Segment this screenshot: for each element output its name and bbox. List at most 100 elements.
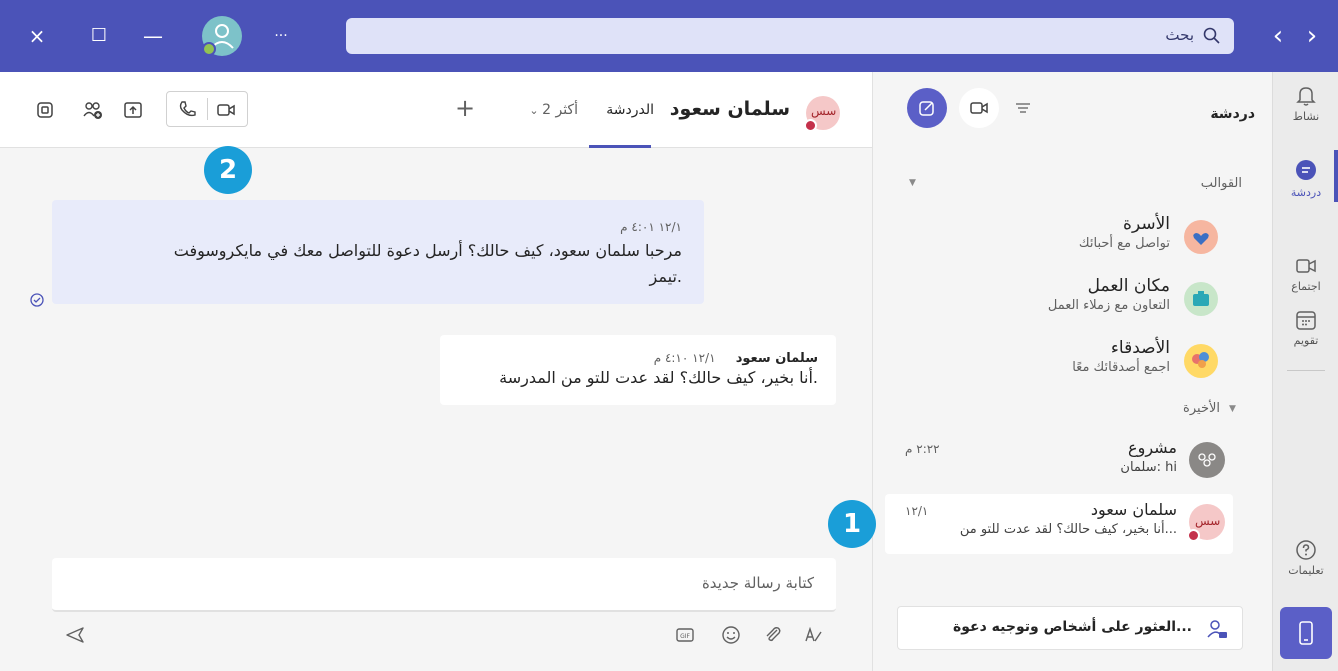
avatar-initials: سس	[1195, 514, 1221, 528]
rail-item-calendar[interactable]: تقويم	[1273, 308, 1338, 347]
rail-item-meet[interactable]: اجتماع	[1273, 254, 1338, 293]
profile-avatar[interactable]	[202, 16, 242, 56]
forward-button[interactable]: ›	[1300, 0, 1324, 72]
chat-time: ٢:٢٢ م	[905, 442, 940, 456]
presence-busy-icon	[1187, 529, 1200, 542]
read-receipt-icon	[30, 293, 44, 307]
chat-name: سلمان سعود	[1090, 500, 1177, 519]
find-people-invite-button[interactable]: العثور على أشخاص وتوجيه دعوة...	[897, 606, 1243, 650]
chat-list-item[interactable]: مشروع سلمان: hi ٢:٢٢ م	[885, 432, 1233, 492]
more-tabs-dropdown[interactable]: ⌄ 2 أكثر	[529, 102, 578, 118]
template-name: الأصدقاء	[1110, 338, 1170, 358]
message-meta: سلمان سعود ١٢/١ ٤:١٠ م	[654, 347, 818, 366]
video-icon	[970, 102, 988, 114]
section-templates-label[interactable]: القوالب	[1201, 176, 1242, 191]
balloons-icon	[1184, 344, 1218, 378]
message-outgoing[interactable]: ١٢/١ ٤:٠١ م مرحبا سلمان سعود، كيف حالك؟ …	[52, 200, 704, 304]
rail-item-chat[interactable]: دردشة	[1273, 158, 1338, 199]
message-sender: سلمان سعود	[735, 351, 818, 366]
invite-label: العثور على أشخاص وتوجيه دعوة...	[953, 619, 1192, 635]
presence-available-icon	[202, 42, 216, 56]
compose-placeholder: كتابة رسالة جديدة	[701, 574, 814, 592]
back-button[interactable]: ‹	[1266, 0, 1290, 72]
chevron-down-icon[interactable]: ▼	[1229, 404, 1236, 414]
template-item[interactable]: الأصدقاء اجمع أصدقائك معًا	[898, 338, 1218, 388]
title-bar: × ☐ — ··· بحث ‹ ›	[0, 0, 1338, 72]
family-icon	[1184, 220, 1218, 254]
rail-item-activity[interactable]: نشاط	[1273, 84, 1338, 123]
minimize-window-button[interactable]: —	[138, 0, 168, 72]
attach-icon[interactable]	[762, 624, 784, 646]
audio-call-icon[interactable]	[176, 99, 198, 121]
chat-name: مشروع	[1128, 438, 1177, 457]
template-description: اجمع أصدقائك معًا	[1072, 360, 1170, 375]
rail-label: نشاط	[1292, 110, 1320, 123]
help-icon	[1296, 540, 1316, 560]
message-line: تيمز.	[649, 267, 682, 286]
gif-icon[interactable]: GIF	[674, 624, 696, 646]
group-icon	[1198, 453, 1216, 467]
maximize-window-button[interactable]: ☐	[84, 0, 114, 72]
close-window-button[interactable]: ×	[22, 0, 52, 72]
chat-list-panel: دردشة ▼ القوالب الأسرة تواصل مع أحبائك م…	[872, 72, 1272, 671]
rail-label: دردشة	[1290, 186, 1322, 199]
new-chat-button[interactable]	[907, 88, 947, 128]
group-avatar	[1189, 442, 1225, 478]
chevron-down-icon: ⌄	[529, 104, 543, 117]
chat-main: + ⌄ 2 أكثر الدردشة سلمان سعود سس ١٢/١ ٤:…	[0, 72, 872, 671]
message-timestamp: ١٢/١ ٤:٠١ م	[620, 220, 682, 234]
message-compose-box[interactable]: كتابة رسالة جديدة	[52, 558, 836, 612]
svg-text:GIF: GIF	[680, 633, 690, 640]
rail-label: اجتماع	[1291, 280, 1321, 293]
calendar-icon	[1296, 311, 1316, 330]
template-name: مكان العمل	[1087, 276, 1170, 296]
rail-label: تقويم	[1293, 334, 1319, 347]
search-input[interactable]: بحث	[346, 18, 1234, 54]
callout-badge-1: 1	[828, 500, 876, 548]
chat-preview: أنا بخير، كيف حالك؟ لقد عدت للتو من...	[959, 522, 1177, 537]
bell-icon	[1296, 87, 1316, 106]
briefcase-icon	[1184, 282, 1218, 316]
chevron-down-icon[interactable]: ▼	[909, 178, 916, 188]
meet-now-button[interactable]	[959, 88, 999, 128]
message-text: مرحبا سلمان سعود، كيف حالك؟ أرسل دعوة لل…	[62, 238, 682, 290]
message-timestamp: ١٢/١ ٤:١٠ م	[653, 351, 716, 365]
more-tabs-label: 2 أكثر	[542, 102, 578, 118]
section-recent-label[interactable]: الأخيرة	[1183, 401, 1220, 416]
template-description: تواصل مع أحبائك	[1078, 236, 1170, 251]
tab-chat[interactable]: الدردشة	[606, 102, 654, 118]
filter-icon[interactable]	[1013, 98, 1033, 118]
callout-badge-2: 2	[204, 146, 252, 194]
phone-icon	[1299, 621, 1313, 645]
active-tab-indicator	[589, 145, 651, 148]
template-name: الأسرة	[1123, 214, 1170, 234]
chat-header: + ⌄ 2 أكثر الدردشة سلمان سعود سس	[0, 72, 872, 148]
video-call-icon[interactable]	[215, 99, 237, 121]
chat-list-item-selected[interactable]: سس سلمان سعود أنا بخير، كيف حالك؟ لقد عد…	[885, 494, 1233, 554]
more-options-button[interactable]: ···	[266, 0, 296, 72]
share-screen-icon[interactable]	[122, 99, 144, 121]
rail-item-help[interactable]: تعليمات	[1273, 538, 1338, 577]
contact-avatar[interactable]: سس	[804, 96, 840, 132]
mobile-app-button[interactable]	[1280, 607, 1332, 659]
popout-icon[interactable]	[34, 99, 56, 121]
message-incoming[interactable]: سلمان سعود ١٢/١ ٤:١٠ م أنا بخير، كيف حال…	[440, 335, 836, 405]
emoji-icon[interactable]	[720, 624, 742, 646]
presence-busy-icon	[804, 119, 817, 132]
rail-label: تعليمات	[1288, 564, 1324, 577]
template-item[interactable]: مكان العمل التعاون مع زملاء العمل	[898, 276, 1218, 326]
invite-person-icon	[1207, 620, 1227, 638]
chat-icon	[1296, 160, 1316, 180]
format-icon[interactable]	[802, 624, 824, 646]
avatar-initials: سس	[811, 104, 837, 118]
search-placeholder: بحث	[1165, 26, 1194, 44]
send-icon[interactable]	[64, 624, 86, 646]
template-description: التعاون مع زملاء العمل	[1047, 298, 1170, 313]
add-people-icon[interactable]	[82, 99, 104, 121]
add-tab-button[interactable]: +	[455, 94, 475, 122]
call-buttons-group	[166, 91, 248, 127]
app-rail: نشاط دردشة اجتماع تقويم تعليمات	[1272, 72, 1338, 671]
template-item[interactable]: الأسرة تواصل مع أحبائك	[898, 214, 1218, 264]
contact-name: سلمان سعود	[669, 98, 790, 120]
panel-title: دردشة	[1210, 106, 1255, 122]
